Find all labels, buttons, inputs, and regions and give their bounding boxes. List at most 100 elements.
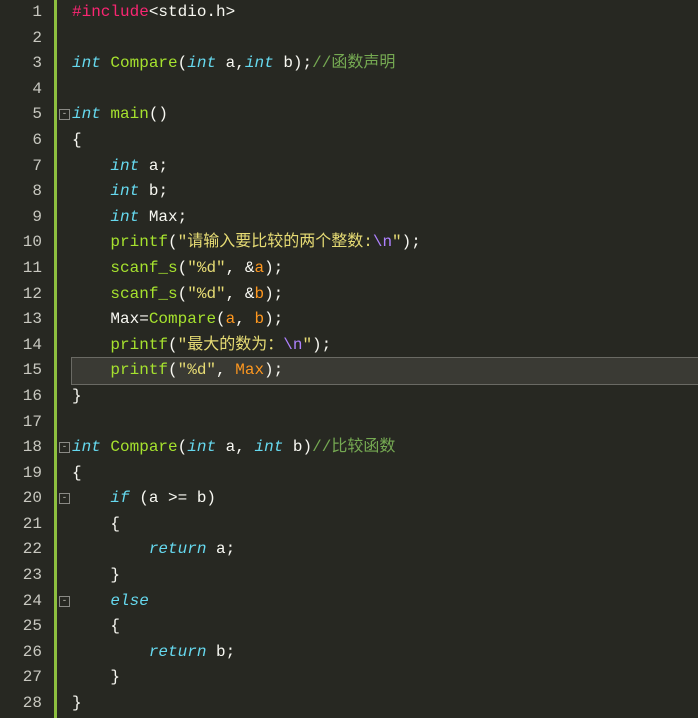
code-line[interactable] [72,77,698,103]
line-number: 20 [8,486,42,512]
line-number: 21 [8,512,42,538]
code-line[interactable]: { [72,128,698,154]
token-op [216,438,226,456]
token-op: ); [264,259,283,277]
line-number: 12 [8,282,42,308]
line-number: 16 [8,384,42,410]
line-number: 13 [8,307,42,333]
token-type: int [110,157,139,175]
token-fn: printf [110,336,168,354]
token-op: = [139,310,149,328]
code-line[interactable]: int main() [72,102,698,128]
line-number: 1 [8,0,42,26]
token-fn: scanf_s [110,285,177,303]
token-var: b [254,285,264,303]
code-line[interactable]: scanf_s("%d", &a); [72,256,698,282]
code-line[interactable]: int Max; [72,205,698,231]
token-var: Max [235,361,264,379]
fold-toggle[interactable]: - [59,442,70,453]
token-str: "%d" [178,361,216,379]
code-line[interactable]: printf("%d", Max); [72,358,698,384]
code-line[interactable]: Max=Compare(a, b); [72,307,698,333]
fold-toggle[interactable]: - [59,596,70,607]
line-number: 11 [8,256,42,282]
token-op: } [72,566,120,584]
line-number: 14 [8,333,42,359]
code-line[interactable]: int Compare(int a, int b)//比较函数 [72,435,698,461]
line-number: 7 [8,154,42,180]
token-op [283,438,293,456]
token-op [72,336,110,354]
code-line[interactable]: int a; [72,154,698,180]
code-line[interactable]: printf("请输入要比较的两个整数:\n"); [72,230,698,256]
token-ident: Max [149,208,178,226]
code-line[interactable]: { [72,461,698,487]
token-fn: printf [110,233,168,251]
token-op: , [235,310,254,328]
token-op: > [226,3,236,21]
code-line[interactable]: } [72,691,698,717]
token-op: a; [206,540,235,558]
line-number: 24 [8,589,42,615]
fold-toggle[interactable]: - [59,109,70,120]
code-line[interactable]: #include<stdio.h> [72,0,698,26]
token-op: } [72,668,120,686]
line-number: 8 [8,179,42,205]
code-editor-area[interactable]: #include<stdio.h> int Compare(int a,int b… [72,0,698,718]
token-op [139,208,149,226]
token-kw: if [110,489,129,507]
line-number: 23 [8,563,42,589]
token-pre: #include [72,3,149,21]
token-op: (a >= b) [130,489,216,507]
token-op: , & [226,285,255,303]
line-number: 4 [8,77,42,103]
token-var: b [254,310,264,328]
token-op [72,361,110,379]
token-op: ; [178,208,188,226]
code-line[interactable]: if (a >= b) [72,486,698,512]
token-op [72,489,110,507]
code-line[interactable]: } [72,563,698,589]
code-line[interactable]: { [72,614,698,640]
code-line[interactable]: return a; [72,537,698,563]
token-fn: main [110,105,148,123]
code-line[interactable]: int Compare(int a,int b);//函数声明 [72,51,698,77]
code-line[interactable]: printf("最大的数为：\n"); [72,333,698,359]
token-fn: scanf_s [110,259,177,277]
token-type: int [254,438,283,456]
code-line[interactable]: } [72,384,698,410]
token-op [72,182,110,200]
code-line[interactable]: return b; [72,640,698,666]
token-ident: b [283,54,293,72]
token-op: ) [303,438,313,456]
token-kw: else [110,592,148,610]
line-number: 17 [8,410,42,436]
token-op: , & [226,259,255,277]
line-number: 25 [8,614,42,640]
token-op [72,310,110,328]
token-op [139,182,149,200]
line-number: 2 [8,26,42,52]
token-op [101,438,111,456]
token-com: //比较函数 [312,438,395,456]
token-op: { [72,131,82,149]
code-line[interactable] [72,410,698,436]
token-str: " [392,233,402,251]
code-line[interactable]: { [72,512,698,538]
token-ident: b [293,438,303,456]
code-line[interactable]: } [72,665,698,691]
fold-toggle[interactable]: - [59,493,70,504]
token-ident: stdio.h [158,3,225,21]
code-line[interactable]: int b; [72,179,698,205]
token-kw: return [149,540,207,558]
line-number-gutter: 1234567891011121314151617181920212223242… [0,0,54,718]
code-line[interactable] [72,26,698,52]
token-kw: return [149,643,207,661]
token-str: " [302,336,312,354]
code-line[interactable]: else [72,589,698,615]
token-op: ); [312,336,331,354]
code-line[interactable]: scanf_s("%d", &b); [72,282,698,308]
token-op: { [72,515,120,533]
token-type: int [245,54,274,72]
fold-column: - - - - [54,0,72,718]
